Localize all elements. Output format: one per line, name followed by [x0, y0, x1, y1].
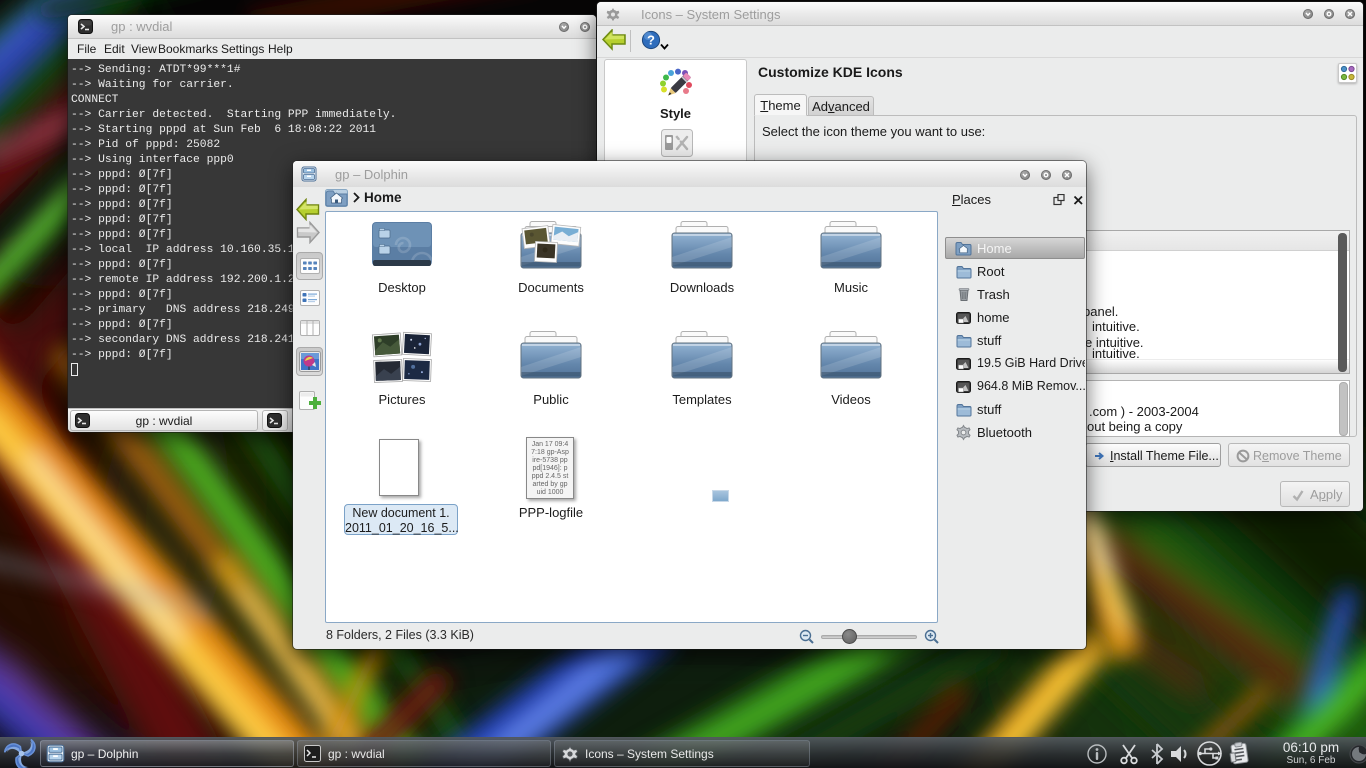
svg-text:?: ? [647, 33, 655, 48]
